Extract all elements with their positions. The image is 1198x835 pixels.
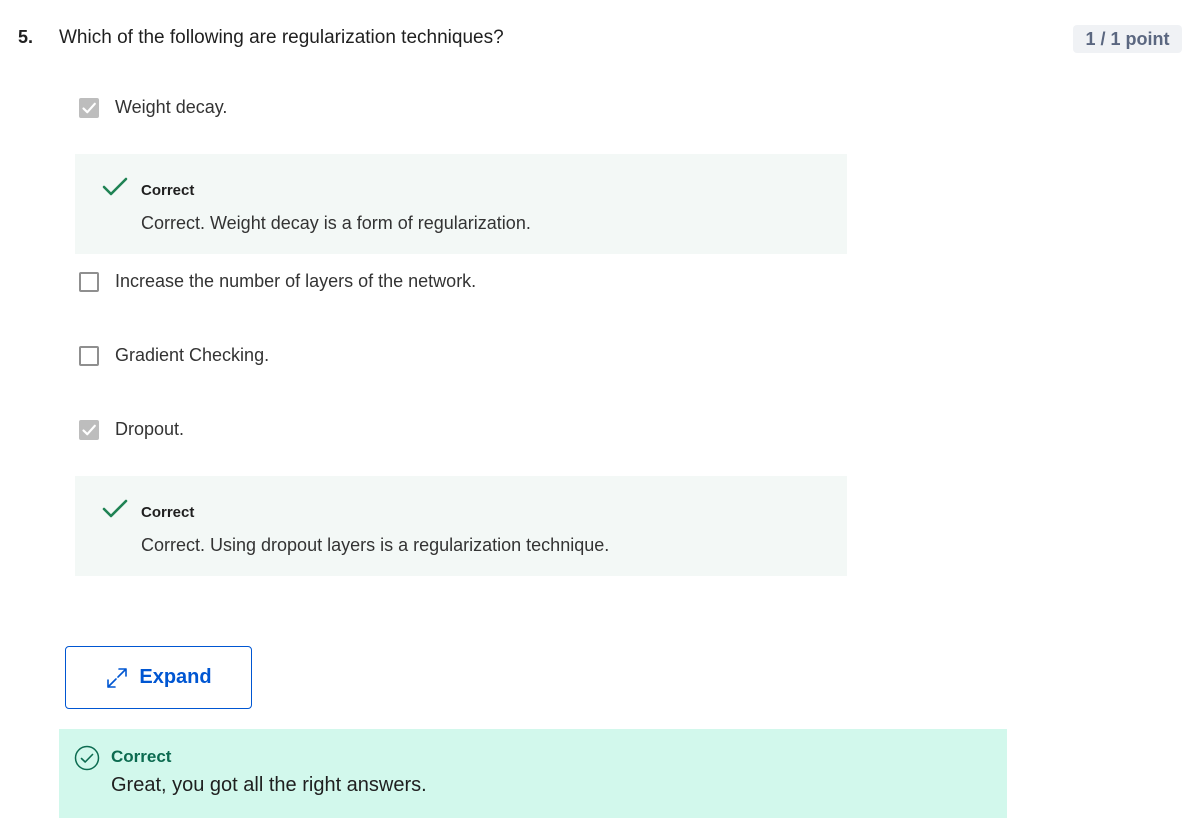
option-label: Weight decay. (115, 97, 228, 117)
result-message: Great, you got all the right answers. (111, 774, 427, 796)
feedback-title: Correct (141, 504, 195, 521)
checkmark-icon (82, 102, 96, 113)
option-gradient-checking[interactable]: Gradient Checking. (79, 345, 269, 366)
option-dropout[interactable]: Dropout. (79, 419, 184, 440)
checkbox-unchecked[interactable] (79, 345, 99, 366)
feedback-text: Correct. Weight decay is a form of regul… (141, 213, 531, 233)
result-title: Correct (111, 747, 172, 766)
expand-label: Expand (139, 666, 212, 688)
checkmark-icon (82, 424, 96, 435)
option-increase-layers[interactable]: Increase the number of layers of the net… (79, 271, 476, 292)
expand-button[interactable]: Expand (65, 646, 252, 709)
option-weight-decay[interactable]: Weight decay. (79, 97, 227, 118)
option-feedback-correct: Correct Correct. Weight decay is a form … (75, 154, 847, 254)
points-badge: 1 / 1 point (1073, 25, 1182, 53)
check-circle-icon (74, 745, 100, 771)
option-label: Dropout. (115, 419, 185, 439)
option-feedback-correct: Correct Correct. Using dropout layers is… (75, 476, 847, 576)
check-icon (102, 499, 128, 518)
option-label: Gradient Checking. (115, 345, 270, 365)
expand-diagonal-arrows-icon (107, 667, 128, 688)
checkbox-checked[interactable] (79, 97, 99, 118)
option-label: Increase the number of layers of the net… (115, 271, 477, 291)
question-number: 5. (18, 27, 34, 47)
feedback-text: Correct. Using dropout layers is a regul… (141, 535, 610, 555)
check-icon (102, 177, 128, 196)
question-text: Which of the following are regularizatio… (59, 27, 504, 48)
feedback-title: Correct (141, 182, 195, 199)
result-banner: Correct Great, you got all the right ans… (59, 729, 1007, 818)
checkbox-checked[interactable] (79, 419, 99, 440)
checkbox-unchecked[interactable] (79, 271, 99, 292)
